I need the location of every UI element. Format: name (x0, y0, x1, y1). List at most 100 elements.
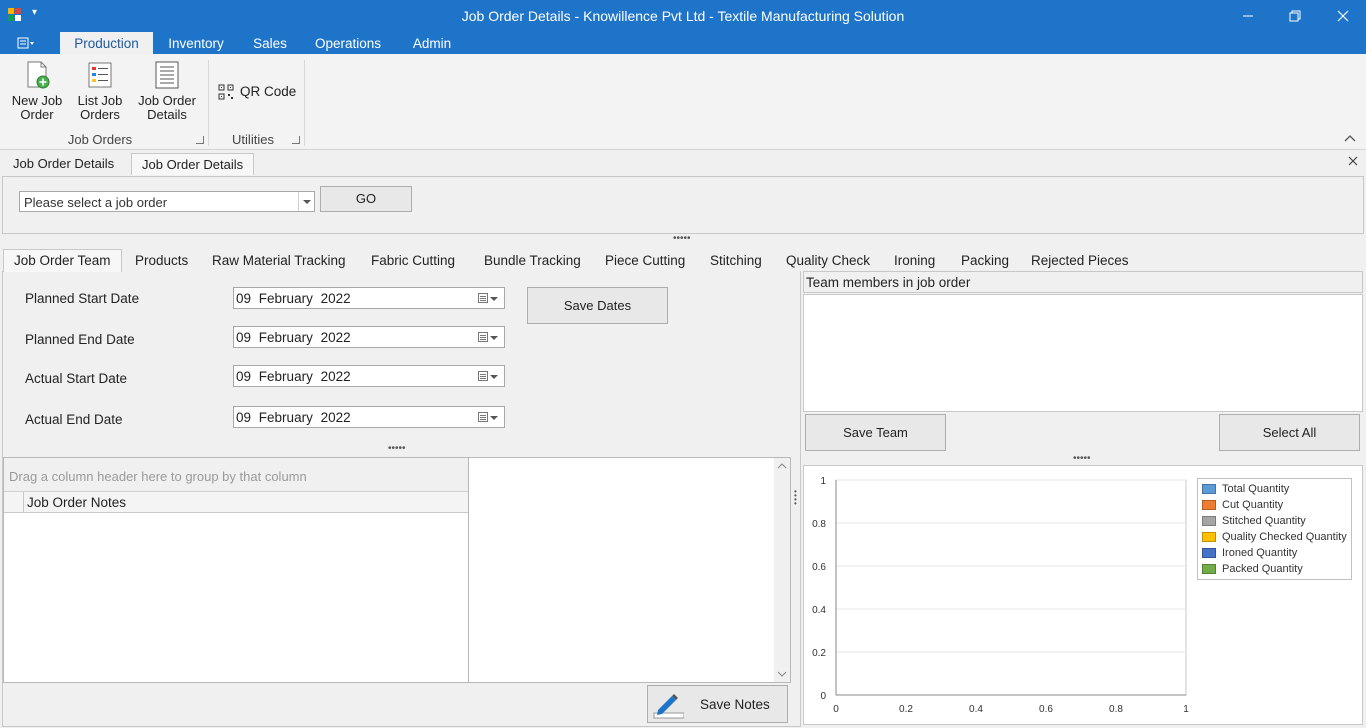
x-tick-label: 0 (833, 704, 839, 715)
calendar-icon[interactable] (478, 371, 488, 381)
planned-end-date-field[interactable]: 09 February 2022 (233, 326, 505, 348)
quantity-chart: 0 0.2 0.4 0.6 0.8 1 0 0.2 0.4 0.6 0.8 1 Total Quant… (803, 465, 1363, 725)
job-order-placeholder: Please select a job order (24, 195, 168, 210)
application-menu-button[interactable] (14, 36, 44, 52)
grid-column-header[interactable]: Job Order Notes (4, 492, 468, 513)
plot-area (835, 479, 1187, 696)
legend-item: Ironed Quantity (1198, 545, 1351, 561)
ribbon: New Job Order List Job Orders Job Order Det… (0, 54, 1366, 150)
tab-rejected-pieces[interactable]: Rejected Pieces (1021, 252, 1139, 272)
date-month: February (258, 410, 313, 425)
team-members-header: Team members in job order (803, 271, 1363, 293)
minimize-button[interactable] (1238, 6, 1258, 26)
calendar-icon[interactable] (478, 332, 488, 342)
notes-text-area[interactable] (469, 457, 791, 683)
chevron-down-icon[interactable] (490, 297, 498, 301)
ribbon-tabs: Production Inventory Sales Operations Ad… (0, 32, 1366, 54)
splitter-handle[interactable]: ••••• (673, 234, 691, 244)
tab-bundle-tracking[interactable]: Bundle Tracking (474, 252, 591, 272)
splitter-handle[interactable]: ••••• (1073, 454, 1091, 464)
doc-tab-job-order-details-1[interactable]: Job Order Details (3, 153, 124, 175)
job-order-details-button[interactable]: Job Order Details (134, 60, 200, 122)
window-title: Job Order Details - Knowillence Pvt Ltd … (461, 8, 905, 24)
legend-swatch (1202, 564, 1216, 574)
x-tick-label: 1 (1183, 704, 1189, 715)
job-order-notes-grid[interactable]: Drag a column header here to group by th… (3, 457, 469, 683)
new-job-order-button[interactable]: New Job Order (6, 60, 68, 122)
tab-ironing[interactable]: Ironing (884, 252, 945, 272)
vertical-splitter-handle[interactable]: • • • • (794, 488, 800, 508)
tab-operations[interactable]: Operations (305, 32, 391, 54)
chevron-down-icon[interactable] (490, 416, 498, 420)
legend-label: Total Quantity (1222, 483, 1290, 495)
select-all-button[interactable]: Select All (1219, 414, 1360, 451)
calendar-icon[interactable] (478, 412, 488, 422)
save-notes-button[interactable]: Save Notes (647, 685, 788, 723)
date-year: 2022 (320, 369, 351, 384)
legend-swatch (1202, 500, 1216, 510)
date-month: February (258, 330, 313, 345)
actual-start-date-field[interactable]: 09 February 2022 (233, 365, 505, 387)
utilities-launcher-icon[interactable] (292, 136, 300, 144)
vertical-scrollbar[interactable] (774, 458, 790, 682)
job-order-combobox[interactable]: Please select a job order (19, 191, 315, 212)
group-by-hint: Drag a column header here to group by th… (9, 469, 307, 484)
save-notes-label: Save Notes (700, 697, 770, 712)
restore-button[interactable] (1285, 6, 1305, 26)
list-job-orders-button[interactable]: List Job Orders (72, 60, 128, 122)
tab-packing[interactable]: Packing (951, 252, 1019, 272)
doc-tab-job-order-details-2[interactable]: Job Order Details (131, 153, 255, 175)
tab-quality-check[interactable]: Quality Check (776, 252, 880, 272)
actual-end-date-field[interactable]: 09 February 2022 (233, 406, 505, 428)
job-order-details-label: Job Order Details (138, 93, 196, 122)
save-dates-button[interactable]: Save Dates (527, 287, 668, 324)
utilities-group-label: Utilities (232, 132, 274, 147)
y-tick-label: 1 (820, 476, 826, 487)
calendar-icon[interactable] (478, 293, 488, 303)
qr-code-icon (218, 84, 234, 100)
team-members-list[interactable] (803, 294, 1363, 412)
legend-swatch (1202, 548, 1216, 558)
planned-start-date-label: Planned Start Date (25, 291, 140, 306)
tab-production[interactable]: Production (60, 32, 153, 54)
new-document-icon (23, 60, 51, 90)
team-members-header-label: Team members in job order (806, 275, 971, 290)
collapse-ribbon-icon[interactable] (1343, 132, 1357, 144)
y-tick-label: 0.6 (812, 562, 826, 573)
tab-raw-material-tracking[interactable]: Raw Material Tracking (202, 252, 356, 272)
new-job-order-label: New Job Order (11, 93, 63, 122)
tab-stitching[interactable]: Stitching (700, 252, 772, 272)
x-tick-label: 0.2 (899, 704, 913, 715)
date-year: 2022 (320, 330, 351, 345)
chevron-down-icon[interactable] (490, 375, 498, 379)
legend-item: Packed Quantity (1198, 561, 1351, 577)
tab-piece-cutting[interactable]: Piece Cutting (595, 252, 695, 272)
column-job-order-notes[interactable]: Job Order Notes (27, 495, 126, 510)
date-day: 09 (236, 410, 252, 425)
legend-label: Cut Quantity (1222, 499, 1284, 511)
date-day: 09 (236, 291, 252, 306)
tab-job-order-team[interactable]: Job Order Team (3, 249, 122, 272)
save-team-button[interactable]: Save Team (805, 414, 946, 451)
job-orders-group-label: Job Orders (67, 132, 133, 147)
tab-admin[interactable]: Admin (402, 32, 462, 54)
legend-swatch (1202, 516, 1216, 526)
list-icon (86, 60, 114, 90)
date-month: February (258, 369, 313, 384)
group-divider (208, 60, 209, 146)
group-by-panel[interactable]: Drag a column header here to group by th… (4, 458, 468, 492)
tab-inventory[interactable]: Inventory (157, 32, 235, 54)
tab-products[interactable]: Products (125, 252, 198, 272)
close-document-icon[interactable] (1348, 154, 1358, 169)
close-button[interactable] (1333, 6, 1353, 26)
splitter-handle[interactable]: ••••• (388, 444, 406, 454)
chevron-down-icon[interactable] (490, 336, 498, 340)
planned-start-date-field[interactable]: 09 February 2022 (233, 287, 505, 309)
chevron-down-icon[interactable] (298, 192, 314, 211)
y-tick-label: 0 (820, 691, 826, 702)
go-button[interactable]: GO (320, 186, 412, 212)
y-tick-label: 0.2 (812, 648, 826, 659)
tab-fabric-cutting[interactable]: Fabric Cutting (361, 252, 465, 272)
tab-sales[interactable]: Sales (245, 32, 295, 54)
job-orders-launcher-icon[interactable] (196, 136, 204, 144)
